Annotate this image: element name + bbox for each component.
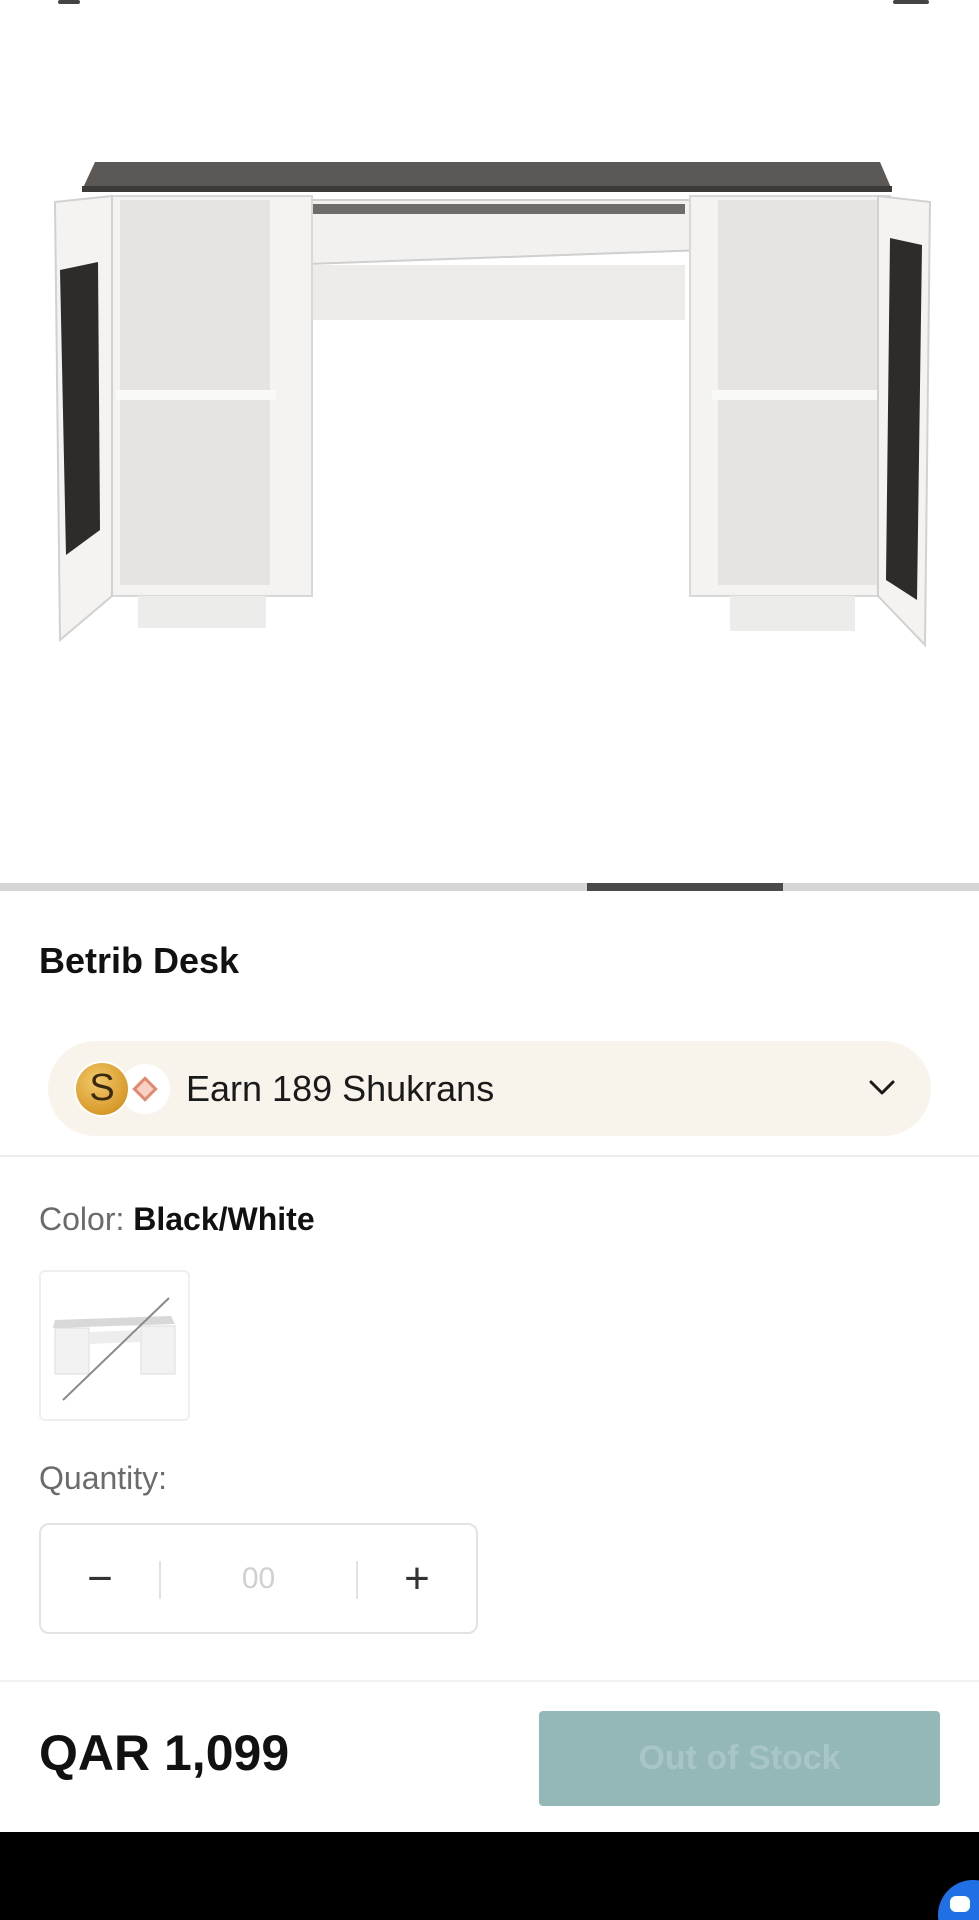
quantity-stepper: − 00 +	[39, 1523, 478, 1634]
color-label: Color:	[39, 1201, 125, 1237]
color-swatch-black-white[interactable]	[39, 1270, 190, 1421]
shukran-rewards-dropdown[interactable]: S Earn 189 Shukrans	[48, 1041, 931, 1136]
shukran-coin-icon: S	[76, 1062, 128, 1115]
increment-button[interactable]: +	[358, 1525, 476, 1632]
footer-divider	[0, 1680, 979, 1682]
decrement-button[interactable]: −	[41, 1525, 159, 1632]
chevron-down-icon[interactable]	[865, 1071, 899, 1105]
rewards-text: Earn 189 Shukrans	[186, 1067, 495, 1109]
product-title: Betrib Desk	[39, 940, 240, 981]
desk-illustration	[53, 162, 932, 648]
product-image[interactable]	[0, 0, 979, 880]
carousel-track	[0, 883, 979, 891]
color-row: Color: Black/White	[39, 1201, 315, 1238]
swatch-thumbnail-icon	[53, 1297, 176, 1401]
quantity-input[interactable]: 00	[161, 1525, 356, 1632]
carousel-active-indicator	[587, 883, 783, 891]
coin-letter: S	[89, 1067, 115, 1109]
out-of-stock-button[interactable]: Out of Stock	[539, 1711, 940, 1806]
quantity-label: Quantity:	[39, 1460, 168, 1496]
color-value: Black/White	[133, 1201, 315, 1237]
section-divider	[0, 1155, 979, 1157]
system-navigation-bar	[0, 1832, 979, 1920]
product-price: QAR 1,099	[39, 1725, 290, 1781]
